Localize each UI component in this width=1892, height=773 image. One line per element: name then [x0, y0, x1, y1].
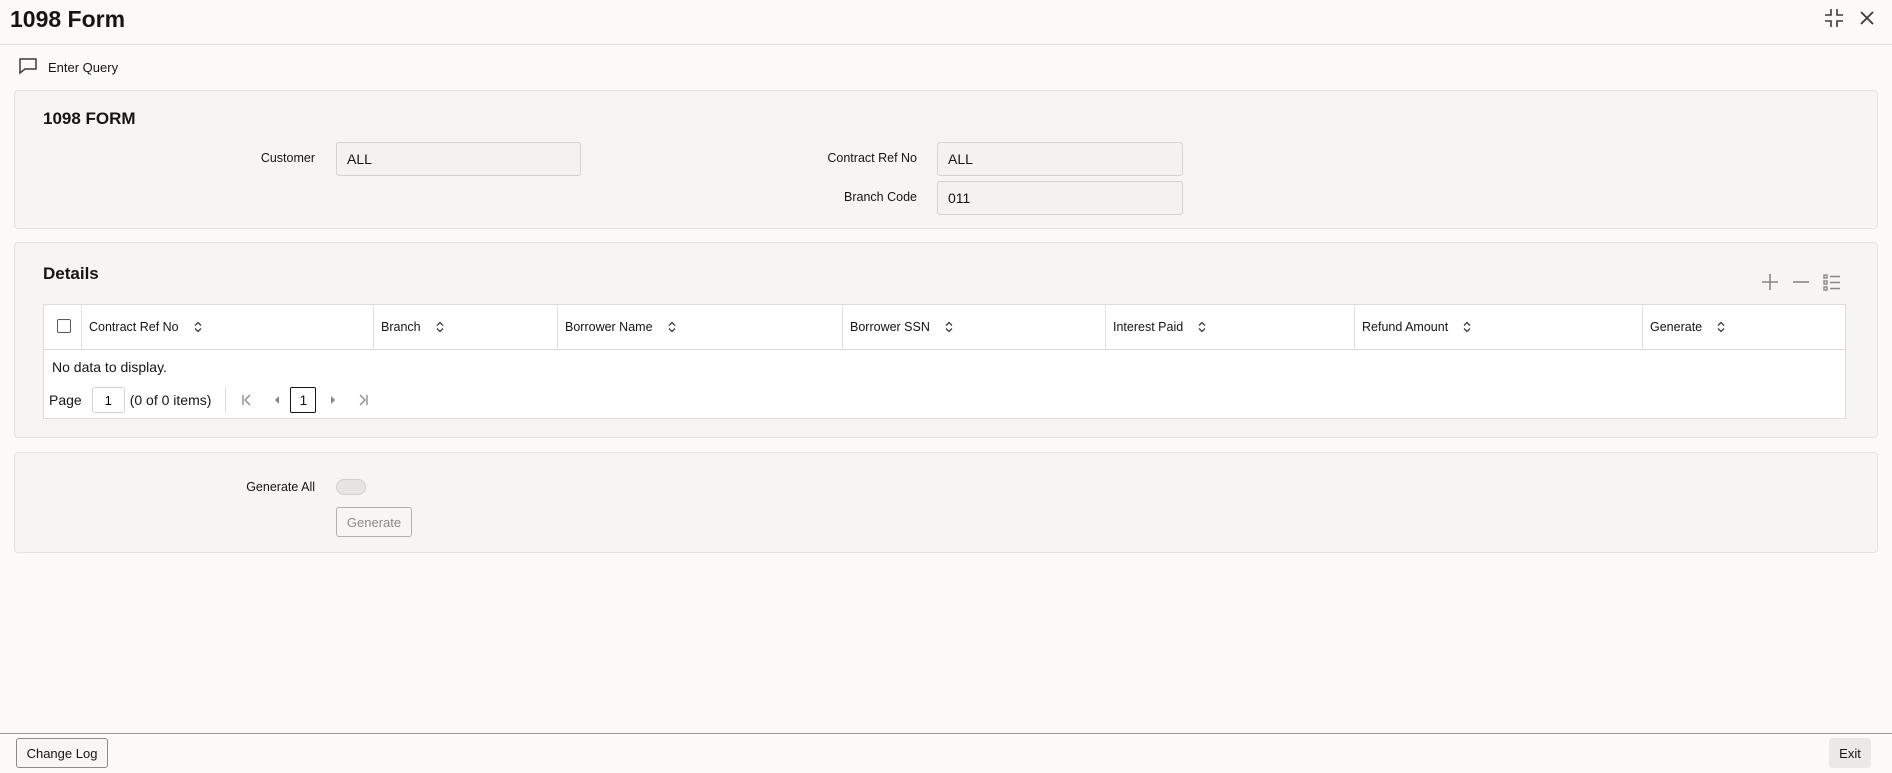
table-header: Contract Ref No Branch Borrower Name Bor…: [44, 305, 1845, 350]
branch-code-label: Branch Code: [844, 190, 917, 204]
column-header-branch[interactable]: Branch: [374, 305, 558, 349]
last-page-icon[interactable]: [350, 387, 376, 413]
column-label: Branch: [381, 320, 421, 334]
generate-all-toggle[interactable]: [336, 479, 366, 495]
change-log-button[interactable]: Change Log: [16, 738, 108, 768]
items-count: (0 of 0 items): [129, 392, 212, 408]
column-label: Generate: [1650, 320, 1703, 334]
details-table: Contract Ref No Branch Borrower Name Bor…: [43, 304, 1846, 419]
generate-all-label: Generate All: [246, 480, 315, 494]
column-header-borrower-ssn[interactable]: Borrower SSN: [843, 305, 1106, 349]
sort-icon: [1197, 321, 1207, 333]
current-page[interactable]: 1: [290, 387, 317, 413]
enter-query-button[interactable]: Enter Query: [18, 56, 118, 78]
customer-label: Customer: [260, 151, 315, 165]
form-panel: 1098 FORM Customer Contract Ref No Branc…: [14, 90, 1878, 229]
next-page-icon[interactable]: [320, 387, 346, 413]
sort-icon: [1462, 321, 1472, 333]
enter-query-label: Enter Query: [48, 59, 119, 75]
column-label: Contract Ref No: [89, 320, 179, 334]
column-label: Borrower Name: [565, 320, 653, 334]
details-heading: Details: [43, 264, 99, 283]
contract-ref-input[interactable]: [937, 142, 1183, 176]
sort-icon: [193, 321, 203, 333]
close-icon[interactable]: [1855, 6, 1879, 30]
column-header-refund-amount[interactable]: Refund Amount: [1355, 305, 1643, 349]
page-input[interactable]: [91, 387, 125, 413]
sort-icon: [667, 321, 677, 333]
add-row-icon[interactable]: [1759, 271, 1781, 293]
page-label: Page: [49, 392, 82, 408]
generate-panel: Generate All Generate: [14, 452, 1878, 553]
form-heading: 1098 FORM: [43, 109, 136, 128]
column-label: Borrower SSN: [850, 320, 930, 334]
empty-message: No data to display.: [52, 359, 167, 375]
collapse-icon[interactable]: [1822, 6, 1846, 30]
column-label: Refund Amount: [1362, 320, 1449, 334]
window-title: 1098 Form: [10, 6, 126, 32]
sort-icon: [435, 321, 445, 333]
column-label: Interest Paid: [1113, 320, 1184, 334]
pager-divider: [225, 387, 227, 413]
sort-icon: [944, 321, 954, 333]
column-header-interest-paid[interactable]: Interest Paid: [1106, 305, 1355, 349]
generate-button[interactable]: Generate: [336, 507, 412, 537]
select-all-checkbox[interactable]: [57, 319, 71, 333]
prev-page-icon[interactable]: [264, 387, 290, 413]
title-bar: 1098 Form: [0, 0, 1892, 45]
column-header-generate[interactable]: Generate: [1643, 305, 1847, 349]
contract-ref-label: Contract Ref No: [827, 151, 917, 165]
column-header-contract-ref-no[interactable]: Contract Ref No: [82, 305, 374, 349]
details-panel: Details Contract Ref No Branch Borrower …: [14, 242, 1878, 438]
column-header-borrower-name[interactable]: Borrower Name: [558, 305, 843, 349]
customer-input[interactable]: [336, 142, 581, 176]
select-all-cell: [44, 305, 82, 349]
pagination: Page (0 of 0 items) 1: [49, 387, 376, 413]
sort-icon: [1716, 321, 1726, 333]
delete-row-icon[interactable]: [1790, 271, 1812, 293]
branch-code-input[interactable]: [937, 181, 1183, 215]
exit-button[interactable]: Exit: [1829, 738, 1871, 768]
footer: Change Log Exit: [0, 733, 1892, 773]
chat-icon: [18, 57, 38, 78]
first-page-icon[interactable]: [234, 387, 260, 413]
column-list-icon[interactable]: [1821, 271, 1843, 293]
